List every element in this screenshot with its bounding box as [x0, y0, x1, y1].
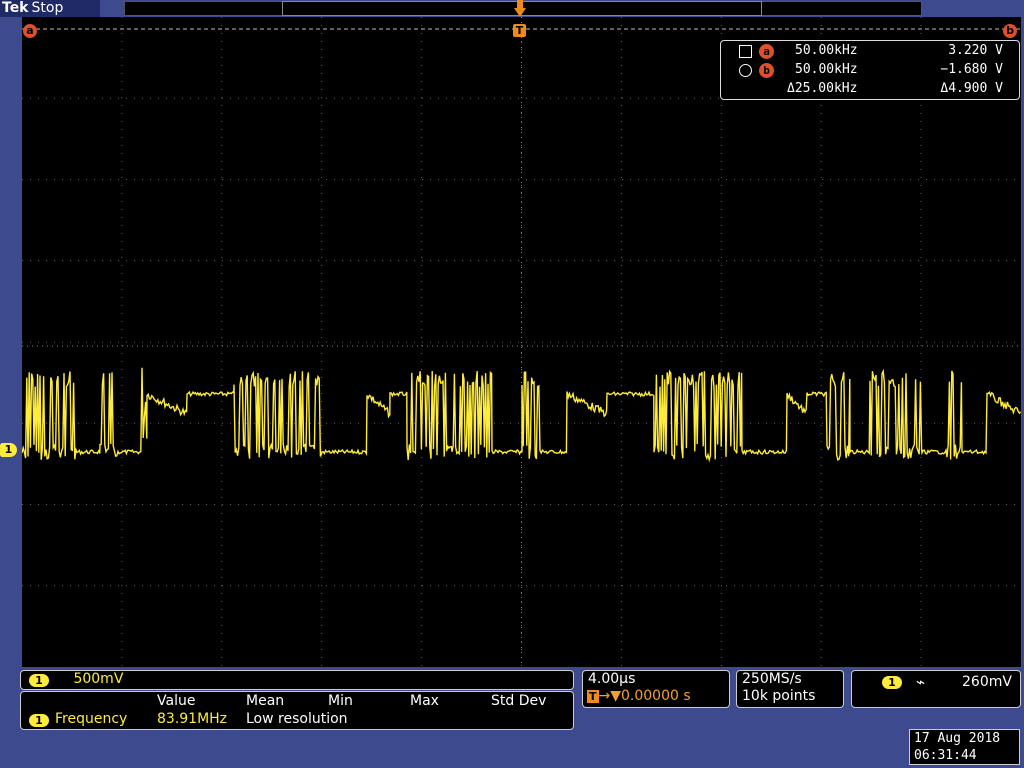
measurement-value: 83.91MHz — [157, 711, 228, 727]
cursor-a-row: a 50.00kHz 3.220 V — [721, 43, 1019, 61]
cursor-delta-row: Δ25.00kHz Δ4.900 V — [721, 81, 1019, 99]
header-min: Min — [328, 693, 353, 709]
header-mean: Mean — [246, 693, 285, 709]
cursor-b-badge: b — [759, 63, 774, 78]
measurement-label: Frequency — [55, 711, 128, 727]
cursor-a-frequency: 50.00kHz — [795, 43, 858, 58]
header-value: Value — [157, 693, 196, 709]
delta-frequency: Δ25.00kHz — [787, 81, 858, 96]
brand-logo: Tek — [2, 0, 29, 16]
trigger-source-badge: 1 — [882, 676, 902, 689]
header-std-dev: Std Dev — [491, 693, 547, 709]
date: 17 Aug 2018 — [914, 731, 1001, 746]
cursor-b-frequency: 50.00kHz — [795, 62, 858, 77]
clock: 17 Aug 2018 06:31:44 — [909, 729, 1020, 765]
measurement-note: Low resolution — [246, 711, 348, 727]
acquisition-status: Stop — [31, 0, 64, 16]
cursor-a-voltage: 3.220 V — [948, 43, 1003, 58]
square-icon — [739, 45, 752, 58]
channel-1-badge: 1 — [29, 673, 49, 687]
graticule — [22, 17, 1021, 667]
measurement-panel[interactable]: Value Mean Min Max Std Dev 1 Frequency 8… — [20, 691, 574, 730]
measurement-channel-badge: 1 — [29, 714, 49, 727]
channel-1-ground-marker[interactable]: 1 — [0, 443, 17, 457]
cursor-b-voltage: −1.680 V — [940, 62, 1003, 77]
status-header: Tek Stop — [0, 0, 100, 17]
trigger-level: 260mV — [962, 674, 1012, 690]
record-length: 10k points — [742, 688, 816, 704]
delta-voltage: Δ4.900 V — [940, 81, 1003, 96]
sample-rate: 250MS/s — [742, 671, 802, 687]
trigger-position-icon: T — [587, 690, 599, 703]
trigger-position-arrow-icon[interactable] — [514, 0, 526, 18]
cursor-readout: a 50.00kHz 3.220 V b 50.00kHz −1.680 V Δ… — [720, 40, 1020, 100]
trigger-marker[interactable]: T — [513, 24, 526, 37]
header-max: Max — [410, 693, 439, 709]
trigger-delay: →▼0.00000 s — [598, 688, 691, 704]
channel-1-scale: 500mV — [73, 671, 124, 687]
cursor-a-marker[interactable]: a — [23, 24, 37, 38]
falling-edge-icon: ⌁ — [916, 673, 926, 691]
cursor-b-marker[interactable]: b — [1003, 24, 1017, 38]
circle-icon — [739, 64, 752, 77]
trigger-panel[interactable]: 1 ⌁ 260mV — [851, 670, 1021, 708]
acquisition-panel[interactable]: 250MS/s 10k points — [736, 670, 844, 708]
cursor-a-badge: a — [759, 44, 774, 59]
time: 06:31:44 — [914, 748, 977, 763]
cursor-b-row: b 50.00kHz −1.680 V — [721, 62, 1019, 80]
channel-1-scale-panel[interactable]: 1 500mV — [20, 670, 574, 690]
timebase-scale: 4.00µs — [588, 671, 636, 687]
waveform-display[interactable] — [22, 17, 1021, 667]
timebase-panel[interactable]: 4.00µs T →▼0.00000 s — [582, 670, 730, 708]
